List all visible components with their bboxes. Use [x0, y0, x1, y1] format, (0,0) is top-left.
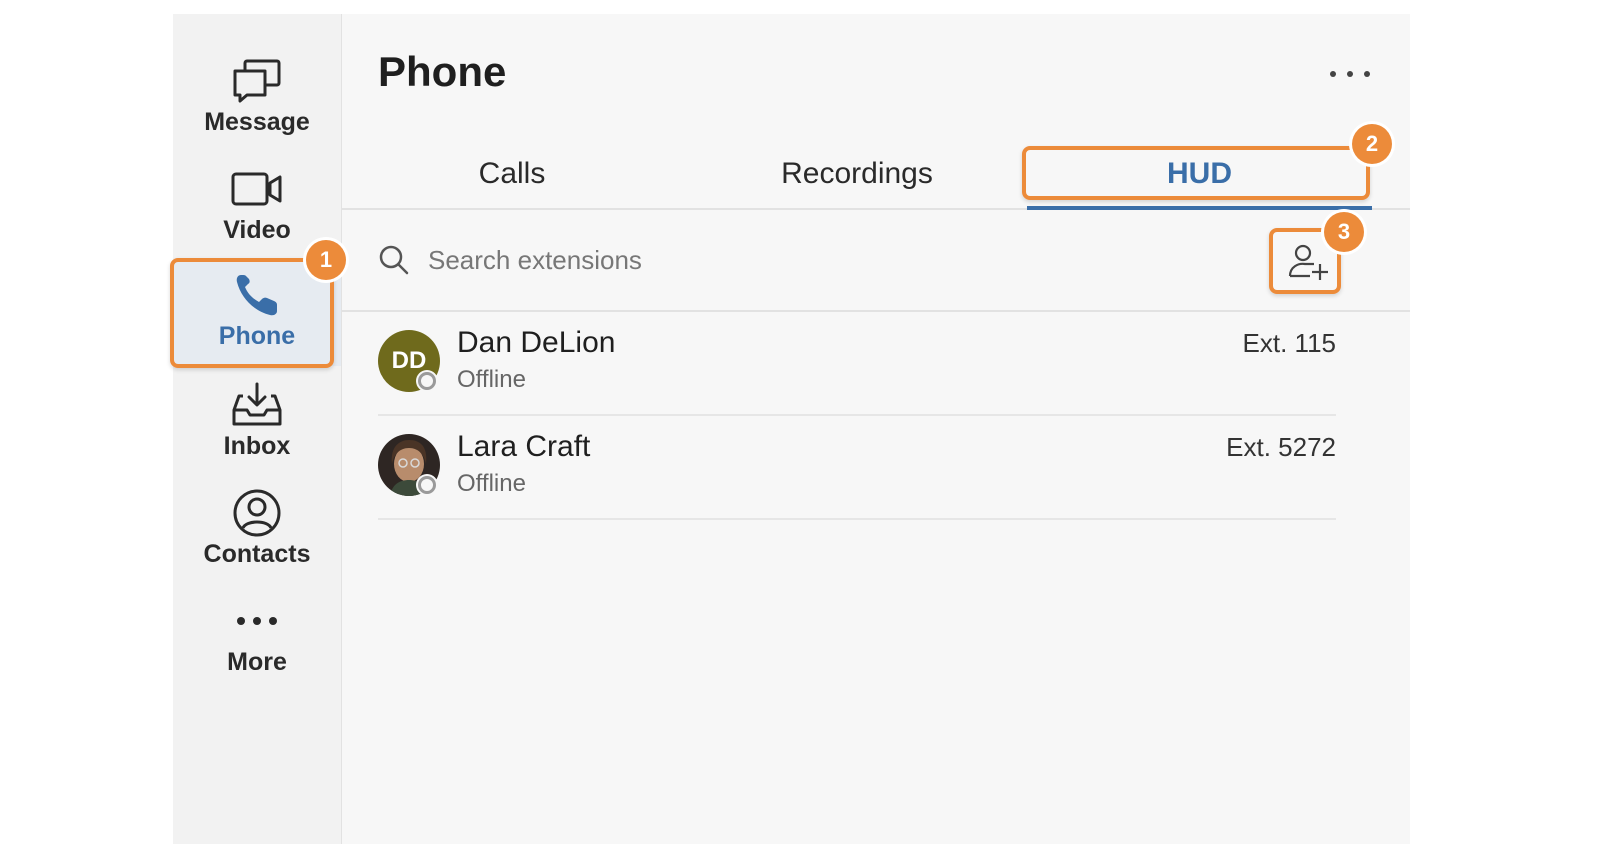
inbox-icon	[229, 380, 285, 430]
search-icon	[378, 244, 410, 281]
message-icon	[229, 56, 285, 106]
contact-extension: Ext. 5272	[1226, 432, 1336, 462]
tab-hud[interactable]: HUD	[1027, 142, 1372, 210]
sidebar-item-contacts[interactable]: Contacts	[173, 480, 341, 580]
sidebar-item-label: More	[227, 648, 287, 676]
more-icon	[229, 596, 285, 646]
sidebar-item-label: Phone	[218, 322, 296, 350]
video-icon	[229, 164, 285, 214]
contact-extension: Ext. 115	[1242, 328, 1336, 358]
list-item[interactable]: DD Dan DeLion Offline Ext. 115	[378, 312, 1336, 416]
sidebar-item-inbox[interactable]: Inbox	[173, 372, 341, 472]
sidebar-item-more[interactable]: More	[173, 588, 341, 688]
sidebar-item-label: Video	[223, 216, 291, 244]
page-title: Phone	[378, 48, 507, 95]
phone-icon	[229, 270, 285, 320]
status-offline-icon	[418, 476, 436, 494]
contact-name: Dan DeLion	[457, 326, 616, 359]
contact-status: Offline	[457, 470, 526, 497]
callout-badge-3: 3	[1324, 212, 1364, 252]
contacts-icon	[229, 488, 285, 538]
sidebar: Message Video Phone Inbox Contacts More	[173, 14, 342, 844]
sidebar-item-label: Inbox	[223, 432, 291, 460]
main-panel: Phone Calls Recordings HUD Search extens…	[342, 14, 1410, 844]
list-item[interactable]: Lara Craft Offline Ext. 5272	[378, 416, 1336, 520]
callout-badge-2: 2	[1352, 124, 1392, 164]
ellipsis-icon[interactable]	[1330, 64, 1370, 84]
sidebar-item-video[interactable]: Video	[173, 156, 341, 256]
search-bar	[342, 210, 1410, 312]
app-window: Message Video Phone Inbox Contacts More …	[170, 14, 1410, 844]
contact-status: Offline	[457, 366, 526, 393]
status-offline-icon	[418, 372, 436, 390]
tab-recordings[interactable]: Recordings	[682, 142, 1032, 206]
add-person-icon	[1288, 244, 1328, 280]
sidebar-item-label: Message	[204, 108, 310, 136]
sidebar-item-message[interactable]: Message	[173, 48, 341, 148]
contact-name: Lara Craft	[457, 430, 591, 463]
search-input[interactable]	[426, 238, 1250, 282]
callout-badge-1: 1	[306, 240, 346, 280]
tab-bar: Calls Recordings HUD	[342, 142, 1410, 210]
tab-calls[interactable]: Calls	[342, 142, 682, 206]
sidebar-item-label: Contacts	[203, 540, 311, 568]
